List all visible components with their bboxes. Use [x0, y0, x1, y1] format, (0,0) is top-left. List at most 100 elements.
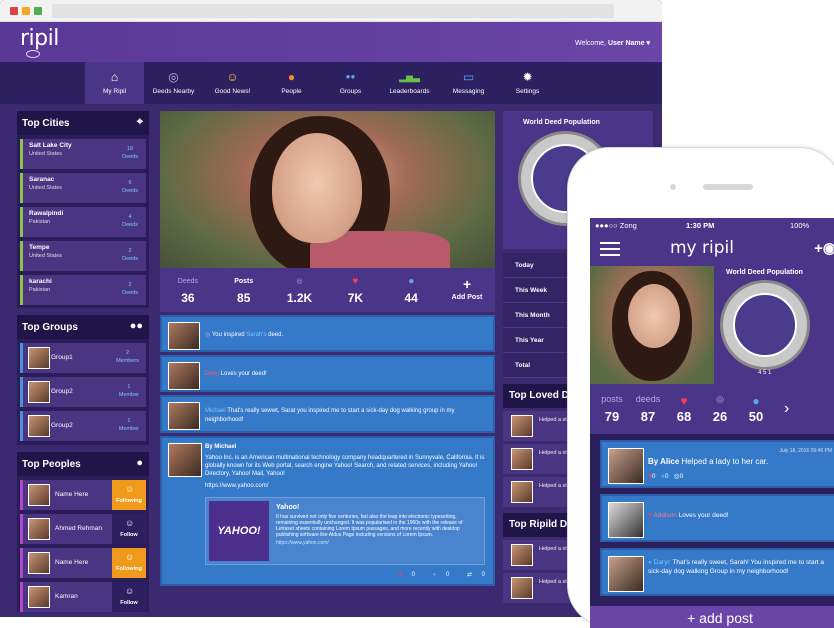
feed-post-link-share[interactable]: By Michael Yahoo Inc. is an American mul… [160, 436, 495, 586]
hamburger-menu-icon[interactable] [600, 242, 620, 256]
city-item[interactable]: Saranac United States 6 Deeds [20, 173, 146, 203]
card-link[interactable]: https://www.yahoo.com/ [276, 540, 478, 546]
maximize-dot-icon[interactable] [34, 7, 42, 15]
nav-groups[interactable]: ●● Groups [321, 62, 380, 104]
nav-label: Settings [515, 88, 540, 95]
nav-label: Leaderboards [389, 88, 430, 95]
panel-header: Top Cities ⌖ [17, 111, 149, 135]
post-user-link[interactable]: Michael [205, 408, 226, 414]
welcome-menu[interactable]: Welcome, User Name ▾ [575, 39, 650, 47]
battery: 100% [790, 221, 810, 230]
heart-icon: ♥ [648, 512, 652, 519]
deed-avatar [511, 577, 533, 599]
nav-leaderboards[interactable]: ▂▅▃ Leaderboards [380, 62, 439, 104]
nav-my-ripil[interactable]: ⌂ My Ripil [85, 62, 144, 104]
city-item[interactable]: Rawalpindi Pakistan 4 Deeds [20, 207, 146, 237]
person-icon: ● [287, 70, 296, 84]
nav-people[interactable]: ● People [262, 62, 321, 104]
stat-comments[interactable]: ● 44 [386, 276, 436, 305]
nav-messaging[interactable]: ▭ Messaging [439, 62, 498, 104]
nav-settings[interactable]: ✹ Settings [498, 62, 557, 104]
location-pin-icon: ⌖ [136, 116, 143, 128]
add-post-label: Add Post [451, 294, 483, 301]
nav-good-news[interactable]: ☺ Good News! [203, 62, 262, 104]
carrier: ●●●○○ Zong [595, 221, 637, 230]
comment-button[interactable]: ● 0 [425, 572, 450, 578]
address-bar[interactable] [52, 4, 614, 18]
add-post-bar[interactable]: + add post [590, 606, 834, 628]
like-count: 0 [651, 473, 656, 480]
follow-button[interactable]: Follow [112, 514, 146, 544]
comment-icon: ● [432, 572, 437, 578]
people-item[interactable]: Name Here Following [20, 548, 146, 578]
post-user-link[interactable]: Daryl: [654, 559, 671, 566]
add-post-button[interactable]: + Add Post [442, 277, 492, 301]
post-body: Michael That's really sewwt, Sarat you i… [205, 403, 487, 425]
people-item[interactable]: Name Here Following [20, 480, 146, 510]
city-item[interactable]: Salt Lake City United States 18 Deeds [20, 139, 146, 169]
comment-count: 0 [664, 473, 669, 480]
group-item[interactable]: Group2 1 Member [20, 411, 146, 441]
stat-ripples[interactable]: ◎ 26 [702, 394, 738, 424]
post-text-tail: deed. [268, 332, 284, 338]
chat-icon: ▭ [462, 70, 475, 84]
city-item[interactable]: Tempe United States 2 Deeds [20, 241, 146, 271]
follow-button[interactable]: Follow [112, 582, 146, 612]
post-text: Yahoo Inc. is an American multinational … [205, 455, 485, 477]
feed-post[interactable]: ◎ You inspired Sarah's deed. [160, 315, 495, 352]
post-text: That's really sweet, Sarah! You inspired… [648, 559, 824, 575]
post-text: Loves your deed! [678, 512, 729, 519]
city-deeds: 2 Deeds [122, 247, 138, 263]
post-user-link[interactable]: Sarah's [246, 332, 266, 338]
city-deeds: 4 Deeds [122, 213, 138, 229]
stat-ripples[interactable]: ◎ 1.2K [275, 276, 325, 305]
post-user-link[interactable]: Daryl [205, 371, 219, 377]
main-nav: ⌂ My Ripil ◎ Deeds Nearby ☺ Good News! ● Peo… [0, 62, 662, 104]
nav-deeds-nearby[interactable]: ◎ Deeds Nearby [144, 62, 203, 104]
stat-value: 7K [347, 290, 364, 305]
following-button[interactable]: Following [112, 480, 146, 510]
stat-loves[interactable]: ♥ 68 [666, 394, 702, 424]
feed-post[interactable]: Michael That's really sewwt, Sarat you i… [160, 395, 495, 433]
stat-value: 68 [676, 409, 692, 424]
chevron-right-icon[interactable]: › [784, 400, 789, 418]
close-dot-icon[interactable] [10, 7, 18, 15]
share-button[interactable]: ⇄ 0 [459, 572, 485, 578]
person-name: Ahmed Rehman [55, 525, 102, 532]
stat-deeds[interactable]: Deeds 36 [163, 276, 213, 305]
post-link[interactable]: https://www.yahoo.com/ [205, 483, 485, 489]
people-item[interactable]: Kamran Follow [20, 582, 146, 612]
gear-icon: ✹ [522, 70, 533, 84]
deed-count: 4 [128, 214, 132, 220]
minimize-dot-icon[interactable] [22, 7, 30, 15]
post-user-link[interactable]: Addison [653, 512, 677, 519]
deed-unit: Deeds [122, 188, 138, 194]
app-logo[interactable]: ripil [20, 26, 59, 51]
following-button[interactable]: Following [112, 548, 146, 578]
browser-window: ripil Welcome, User Name ▾ ⌂ My Ripil ◎ De… [0, 0, 662, 617]
phone-feed-card[interactable]: ● Daryl: That's really sweet, Sarah! You… [600, 548, 834, 596]
person-icon: ● [136, 457, 143, 469]
group-item[interactable]: Group2 1 Member [20, 377, 146, 407]
group-item[interactable]: Group1 2 Members [20, 343, 146, 373]
feed-post[interactable]: Daryl Loves your deed! [160, 355, 495, 392]
stat-comments[interactable]: ● 50 [738, 394, 774, 424]
like-button[interactable]: ♥ 0 [390, 572, 415, 578]
city-item[interactable]: karachi Pakistan 2 Deeds [20, 275, 146, 305]
phone-feed-card[interactable]: July 18, 2016 09:46 PM By Alice Helped a… [600, 440, 834, 488]
nav-label: My Ripil [102, 88, 127, 95]
post-text: You inspired [211, 332, 245, 338]
add-ripple-button[interactable]: +◉ [814, 239, 834, 257]
stat-loves[interactable]: ♥ 7K [330, 276, 380, 305]
stat-posts[interactable]: posts 79 [594, 394, 630, 424]
stat-deeds[interactable]: deeds 87 [630, 394, 666, 424]
panel-title: Top Groups [22, 322, 78, 333]
link-preview-card[interactable]: YAHOO! Yahoo! It has survived not only f… [205, 497, 485, 565]
phone-feed-card[interactable]: ♥ Addison Loves your deed! [600, 494, 834, 542]
deed-avatar [511, 415, 533, 437]
post-body: ◎ You inspired Sarah's deed. [205, 323, 487, 338]
stat-posts[interactable]: Posts 85 [219, 276, 269, 305]
deed-avatar [511, 544, 533, 566]
people-item[interactable]: Ahmed Rehman Follow [20, 514, 146, 544]
stat-value: 44 [404, 290, 418, 305]
